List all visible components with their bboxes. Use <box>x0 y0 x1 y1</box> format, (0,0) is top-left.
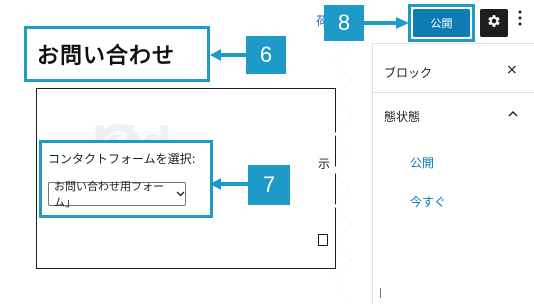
chevron-down-icon <box>176 189 185 200</box>
sidebar-marker <box>380 288 381 298</box>
publish-button[interactable]: 公開 <box>413 9 470 37</box>
callout-7: 7 <box>248 165 290 205</box>
publish-time-toggle[interactable]: 今すぐ <box>410 193 446 210</box>
callout-8-arrow <box>363 17 409 29</box>
tab-block[interactable]: ブロック <box>384 64 432 81</box>
callout-6-arrow <box>210 49 250 61</box>
callout-7-arrow <box>210 178 250 190</box>
callout-6: 6 <box>246 36 286 74</box>
contact-form-select[interactable]: お問い合わせ用フォーム」 <box>48 180 186 209</box>
close-icon[interactable]: × <box>506 62 518 78</box>
visibility-toggle[interactable]: 公開 <box>410 154 434 171</box>
gear-icon <box>486 13 502 33</box>
page-title-text: お問い合わせ <box>37 44 176 69</box>
screenshot-stage: kid お問い合わせ コンタクトフォームを選択: お問い合わせ用フォーム」 示 … <box>0 0 534 304</box>
page-title[interactable]: お問い合わせ <box>24 26 210 82</box>
vertical-ellipsis-icon[interactable] <box>518 10 522 29</box>
contact-form-label: コンタクトフォームを選択: <box>48 152 196 166</box>
callout-8: 8 <box>324 5 364 41</box>
publish-button-label: 公開 <box>430 17 453 30</box>
status-panel-title[interactable]: 態状態 <box>384 108 420 125</box>
sidebar-divider <box>372 92 534 93</box>
settings-button[interactable] <box>480 9 508 37</box>
settings-sidebar <box>372 44 534 304</box>
chevron-up-icon[interactable] <box>508 106 518 120</box>
contact-form-select-value: お問い合わせ用フォーム」 <box>54 180 164 209</box>
torn-edge <box>328 0 370 304</box>
